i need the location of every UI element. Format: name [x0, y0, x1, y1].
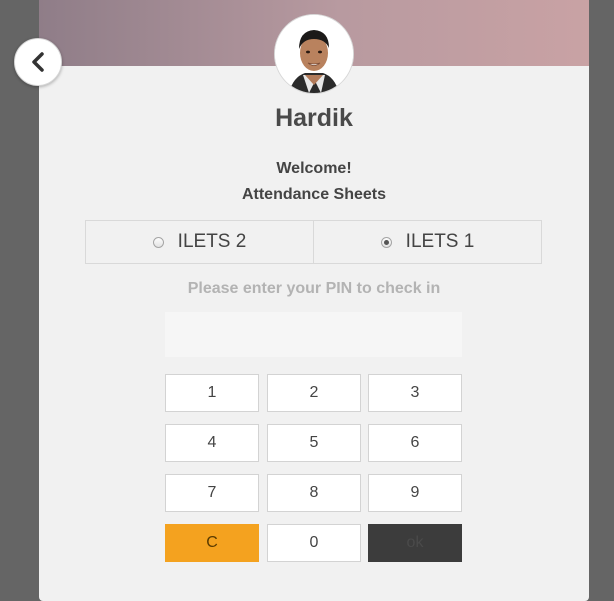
- clear-button[interactable]: C: [165, 524, 259, 562]
- option-label: ILETS 1: [405, 231, 475, 252]
- chevron-left-icon: [32, 52, 44, 72]
- key-8[interactable]: 8: [267, 474, 361, 512]
- option-ilets-1[interactable]: ILETS 1: [313, 221, 541, 263]
- key-3[interactable]: 3: [368, 374, 462, 412]
- key-6[interactable]: 6: [368, 424, 462, 462]
- sheet-options: ILETS 2 ILETS 1: [85, 220, 542, 264]
- user-name: Hardik: [275, 104, 353, 132]
- radio-checked[interactable]: [380, 236, 392, 248]
- user-photo: [275, 15, 353, 93]
- key-9[interactable]: 9: [368, 474, 462, 512]
- key-1[interactable]: 1: [165, 374, 259, 412]
- key-7[interactable]: 7: [165, 474, 259, 512]
- pin-prompt: Please enter your PIN to check in: [187, 280, 441, 297]
- avatar: [274, 14, 354, 94]
- key-4[interactable]: 4: [165, 424, 259, 462]
- key-0[interactable]: 0: [267, 524, 361, 562]
- pin-input[interactable]: [165, 312, 462, 357]
- key-2[interactable]: 2: [267, 374, 361, 412]
- key-5[interactable]: 5: [267, 424, 361, 462]
- option-label: ILETS 2: [177, 231, 247, 252]
- ok-button[interactable]: ok: [368, 524, 462, 562]
- back-button[interactable]: [14, 38, 62, 86]
- welcome-block: Welcome! Attendance Sheets: [39, 156, 589, 208]
- sheet-title: Attendance Sheets: [241, 186, 387, 203]
- radio-unchecked[interactable]: [152, 236, 164, 248]
- option-ilets-2[interactable]: ILETS 2: [86, 221, 313, 263]
- welcome-heading: Welcome!: [276, 160, 352, 177]
